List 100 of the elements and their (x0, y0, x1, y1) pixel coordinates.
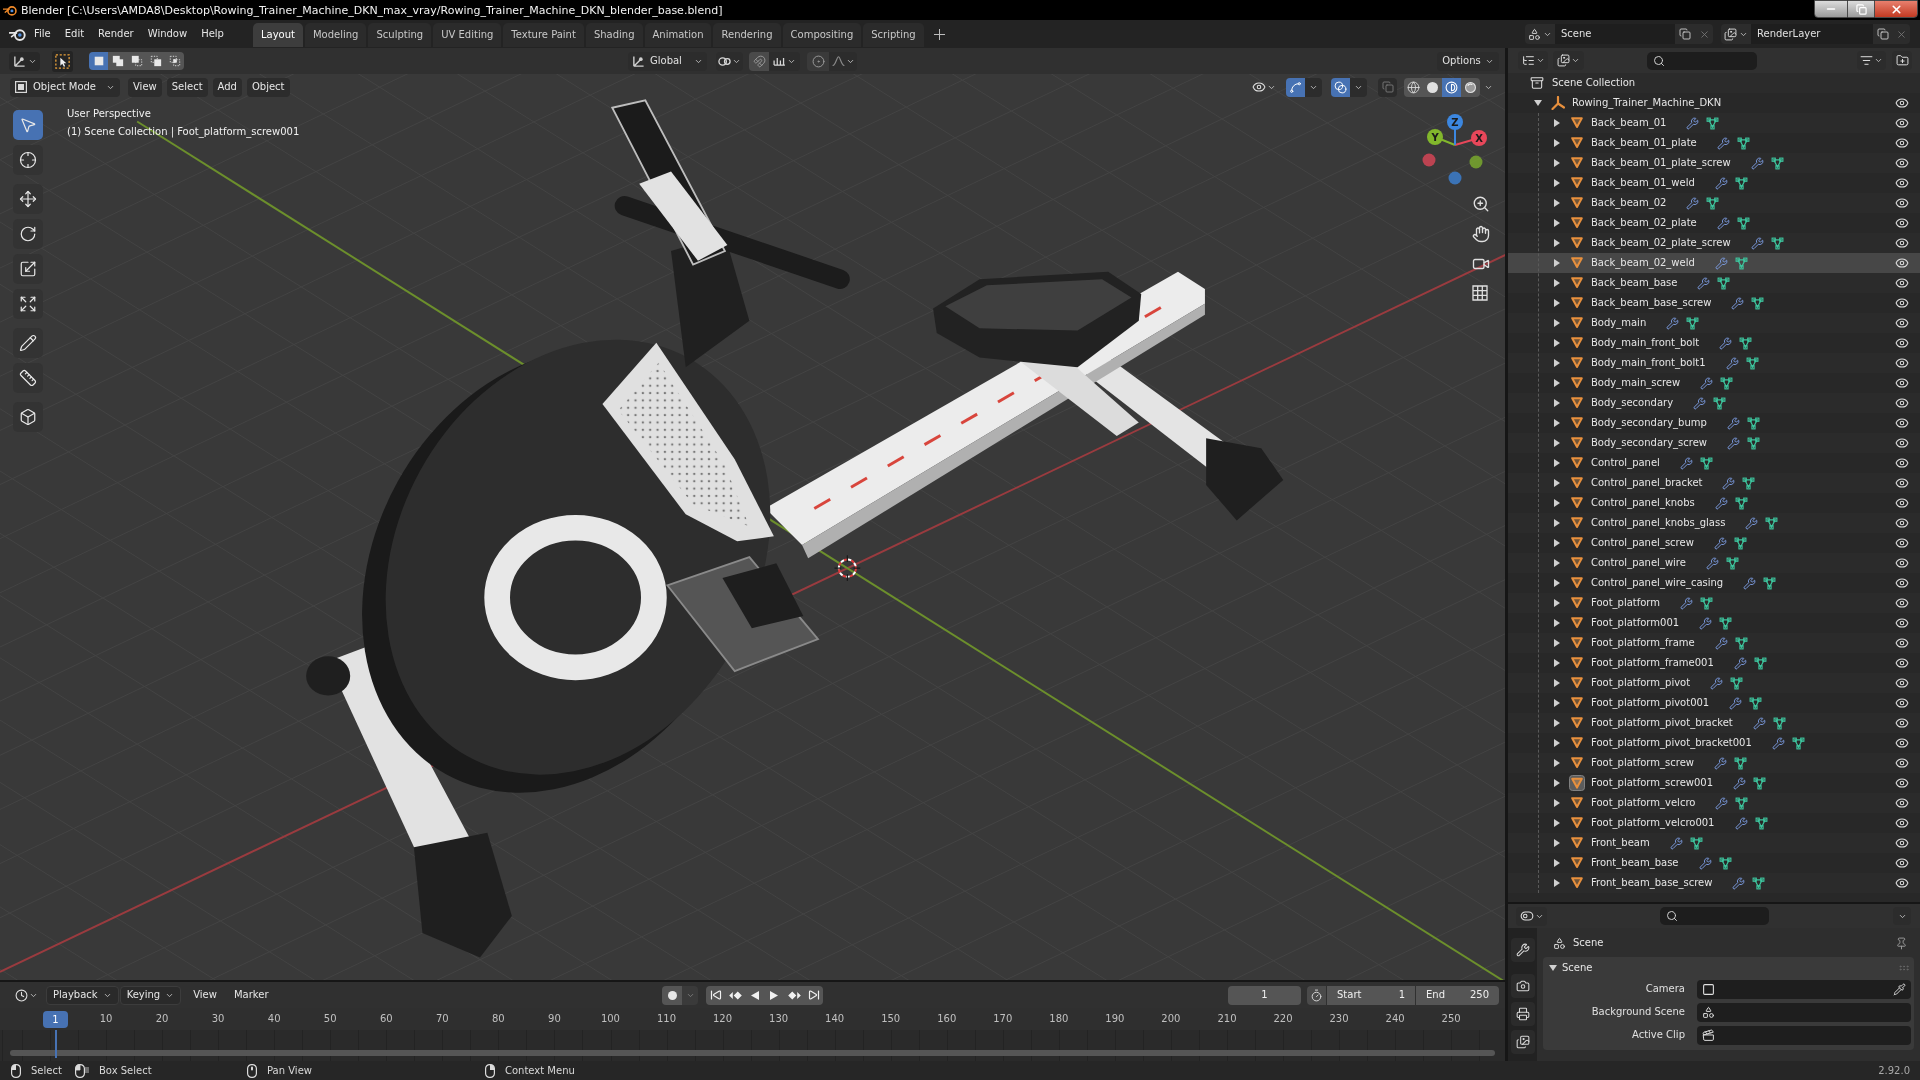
filter-dropdown[interactable] (1857, 51, 1886, 70)
falloff-dropdown[interactable] (829, 51, 857, 71)
inverted-triangle-icon[interactable] (1571, 357, 1583, 369)
wrench-icon[interactable] (1680, 596, 1694, 610)
unlink-button[interactable] (1892, 24, 1910, 44)
triangle-right-icon[interactable] (1553, 539, 1561, 547)
wrench-icon[interactable] (1725, 356, 1739, 370)
vertex-triangle-icon[interactable] (1730, 676, 1744, 690)
menu-item[interactable]: View (128, 77, 162, 97)
inverted-triangle-icon[interactable] (1571, 177, 1583, 189)
inverted-triangle-icon[interactable] (1571, 197, 1583, 209)
triangle-right-icon[interactable] (1553, 599, 1561, 607)
wrench-icon[interactable] (1750, 156, 1764, 170)
eye-icon[interactable] (1895, 316, 1909, 330)
wrench-icon[interactable] (1699, 616, 1713, 630)
eye-icon[interactable] (1895, 216, 1909, 230)
proportional-toggle[interactable] (807, 51, 829, 71)
shading-button[interactable] (1442, 77, 1461, 97)
tool-button[interactable] (13, 184, 43, 214)
axis-ball[interactable]: X (1471, 130, 1487, 146)
triangle-right-icon[interactable] (1553, 239, 1561, 247)
axis-dot-icon[interactable] (1469, 155, 1483, 169)
menu-item[interactable]: Select (166, 77, 208, 97)
end-frame-field[interactable]: End 250 (1416, 985, 1499, 1005)
vertex-triangle-icon[interactable] (1734, 176, 1748, 190)
wrench-icon[interactable] (1713, 536, 1727, 550)
wrench-icon[interactable] (1745, 516, 1759, 530)
triangle-right-icon[interactable] (1553, 279, 1561, 287)
eye-icon[interactable] (1895, 656, 1909, 670)
axis-ball[interactable]: Y (1427, 129, 1443, 145)
plus-icon[interactable] (933, 28, 945, 40)
inverted-triangle-icon[interactable] (1571, 477, 1583, 489)
wrench-icon[interactable] (1710, 676, 1724, 690)
eye-icon[interactable] (1895, 356, 1909, 370)
workspace-tab[interactable]: Modeling (304, 23, 367, 47)
wrench-icon[interactable] (1733, 776, 1747, 790)
scrollbar[interactable] (10, 1050, 1495, 1056)
triangle-right-icon[interactable] (1553, 739, 1561, 747)
selection-mode-button[interactable] (89, 52, 108, 70)
vertex-triangle-icon[interactable] (1706, 116, 1720, 130)
eye-icon[interactable] (1895, 736, 1909, 750)
vertex-triangle-icon[interactable] (1700, 596, 1714, 610)
inverted-triangle-icon[interactable] (1571, 817, 1583, 829)
overlay-toggle[interactable] (1331, 77, 1350, 97)
wrench-icon[interactable] (1771, 736, 1785, 750)
inverted-triangle-icon[interactable] (1571, 617, 1583, 629)
vertex-triangle-icon[interactable] (1720, 376, 1734, 390)
eye-icon[interactable] (1895, 336, 1909, 350)
eye-icon[interactable] (1895, 596, 1909, 610)
wrench-icon[interactable] (1716, 216, 1730, 230)
wrench-icon[interactable] (1679, 456, 1693, 470)
axis-dot-icon[interactable] (1422, 153, 1436, 167)
wrench-icon[interactable] (1698, 856, 1712, 870)
wrench-icon[interactable] (1705, 556, 1719, 570)
triangle-right-icon[interactable] (1553, 119, 1561, 127)
view-layer-name-field[interactable]: RenderLayer (1751, 24, 1873, 44)
vertex-triangle-icon[interactable] (1736, 136, 1750, 150)
workspace-tab[interactable]: Scripting (863, 23, 924, 47)
wrench-icon[interactable] (1666, 316, 1680, 330)
vertex-triangle-icon[interactable] (1734, 256, 1748, 270)
eye-icon[interactable] (1895, 196, 1909, 210)
wrench-icon[interactable] (1697, 276, 1711, 290)
menu-dropdown[interactable]: Keying (119, 985, 182, 1005)
vertex-triangle-icon[interactable] (1725, 556, 1739, 570)
menu-item[interactable]: Object (246, 77, 290, 97)
shading-button[interactable] (1423, 77, 1442, 97)
wrench-icon[interactable] (1700, 376, 1714, 390)
triangle-right-icon[interactable] (1553, 419, 1561, 427)
triangle-right-icon[interactable] (1553, 459, 1561, 467)
triangle-right-icon[interactable] (1553, 479, 1561, 487)
inverted-triangle-icon[interactable] (1569, 775, 1585, 791)
vertex-triangle-icon[interactable] (1734, 636, 1748, 650)
vertex-triangle-icon[interactable] (1770, 156, 1784, 170)
vertex-triangle-icon[interactable] (1752, 876, 1766, 890)
gizmo-toggle[interactable] (1286, 77, 1305, 97)
eye-icon[interactable] (1895, 456, 1909, 470)
inverted-triangle-icon[interactable] (1571, 857, 1583, 869)
auto-keying-toggle[interactable] (662, 985, 682, 1005)
eye-icon[interactable] (1895, 576, 1909, 590)
menu-item[interactable]: File (27, 23, 58, 45)
wrench-icon[interactable] (1727, 436, 1740, 450)
eye-icon[interactable] (1895, 776, 1909, 790)
scene-browse-button[interactable] (1525, 24, 1555, 44)
triangle-right-icon[interactable] (1553, 379, 1561, 387)
triangle-right-icon[interactable] (1553, 699, 1561, 707)
triangle-right-icon[interactable] (1553, 359, 1561, 367)
menu-item[interactable]: Window (140, 23, 195, 45)
triangle-right-icon[interactable] (1553, 819, 1561, 827)
grid-icon[interactable] (1472, 285, 1488, 301)
eye-icon[interactable] (1895, 836, 1909, 850)
pin-icon[interactable] (1895, 936, 1908, 950)
eye-icon[interactable] (1895, 676, 1909, 690)
vertex-triangle-icon[interactable] (1689, 836, 1703, 850)
eye-icon[interactable] (1895, 236, 1909, 250)
tool-button[interactable] (13, 289, 43, 319)
eye-icon[interactable] (1895, 416, 1909, 430)
inverted-triangle-icon[interactable] (1571, 677, 1583, 689)
eye-icon[interactable] (1895, 696, 1909, 710)
tool-button[interactable] (13, 402, 43, 432)
wrench-icon[interactable] (1714, 636, 1728, 650)
